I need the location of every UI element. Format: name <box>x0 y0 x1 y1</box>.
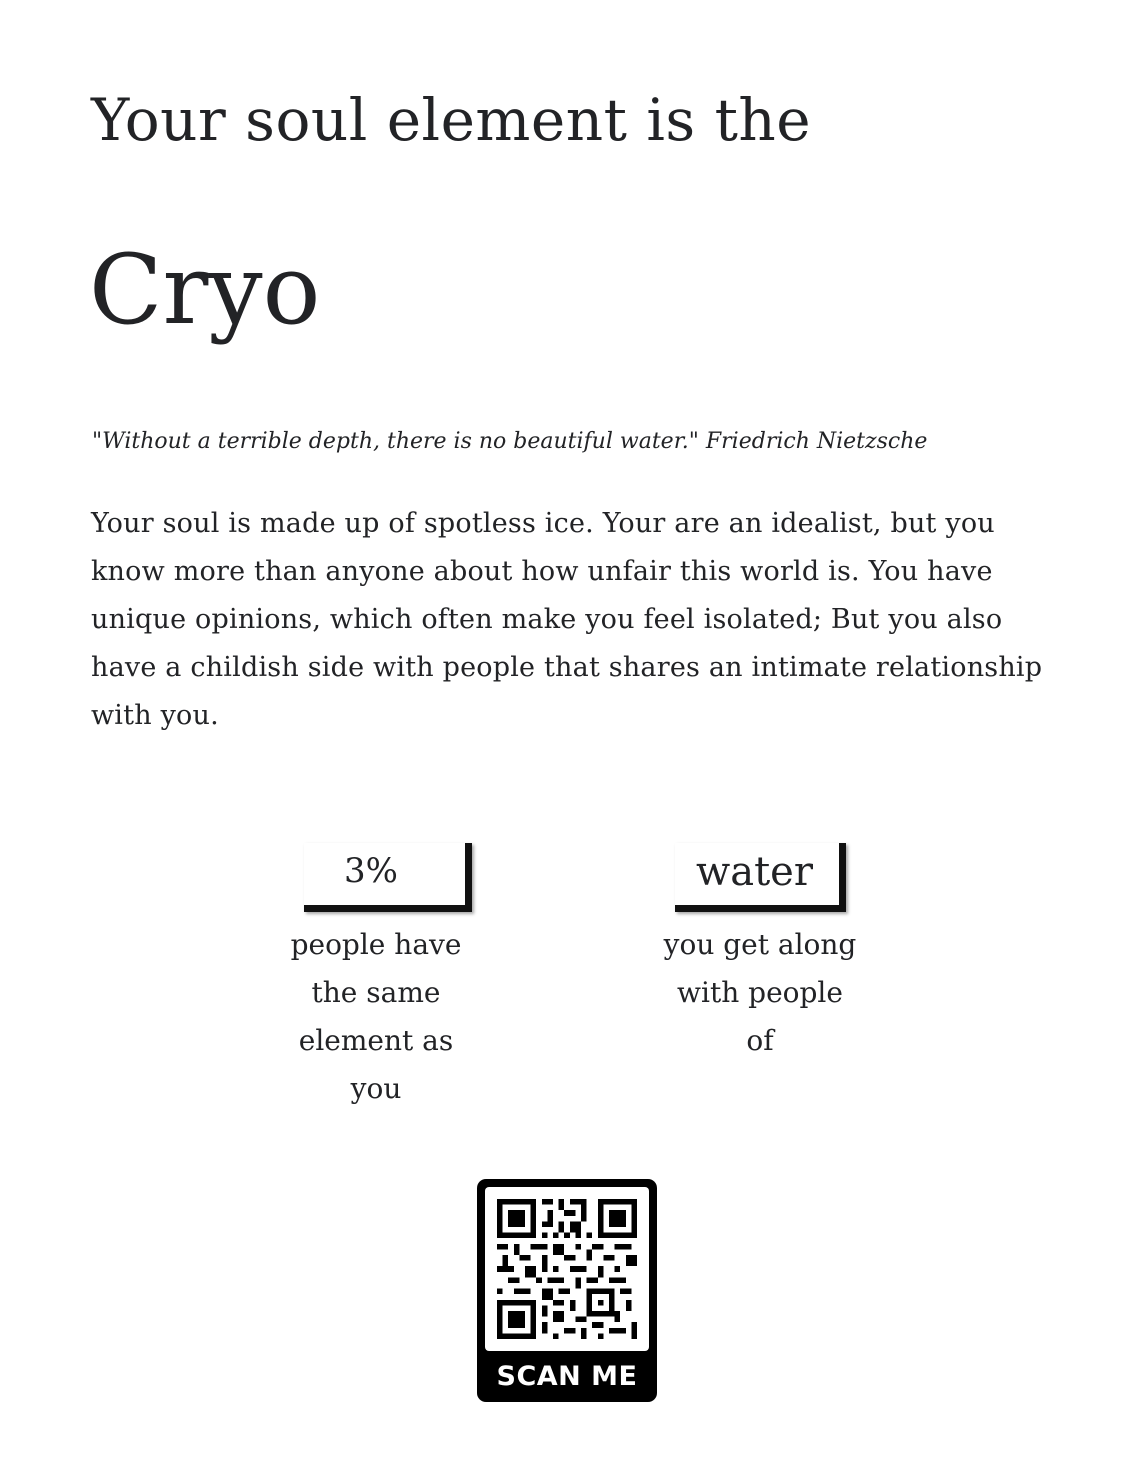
quote: "Without a terrible depth, there is no b… <box>92 429 928 454</box>
qr-code-icon <box>497 1199 637 1339</box>
element-description: Your soul is made up of spotless ice. Yo… <box>91 508 1043 731</box>
stat-same-element: 3% people have the same element as you <box>280 843 472 1113</box>
element-name: Cryo <box>89 234 321 346</box>
result-page: Your soul element is the Cryo "Without a… <box>0 0 1144 1466</box>
stat-caption: you get along with people of <box>663 928 857 1057</box>
qr-scan-label: SCAN ME <box>496 1361 638 1392</box>
stat-caption: people have the same element as you <box>290 928 462 1105</box>
stat-value: 3% <box>344 851 398 891</box>
qr-code[interactable]: SCAN ME <box>477 1179 657 1402</box>
stat-compatible-element: water you get along with people of <box>652 843 867 1073</box>
stat-value: water <box>696 849 813 895</box>
intro-heading: Your soul element is the <box>91 86 812 154</box>
qr-code-image <box>485 1187 649 1351</box>
